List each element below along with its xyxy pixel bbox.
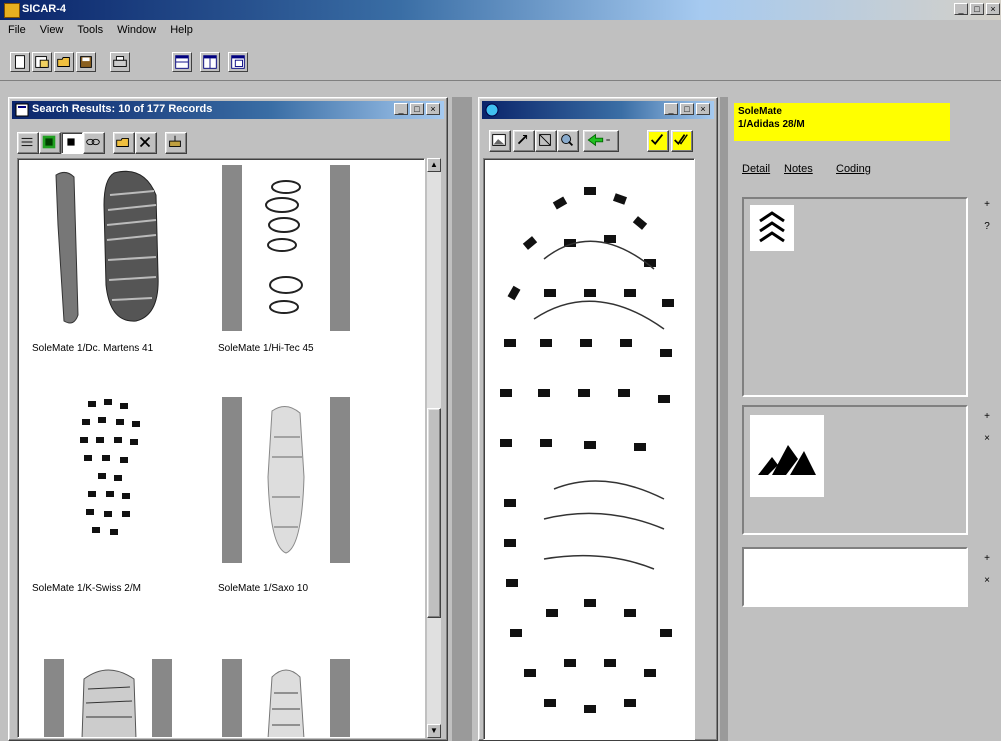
coding-pattern-box[interactable] [742, 197, 968, 397]
record-header: SoleMate 1/Adidas 28/M [734, 103, 950, 141]
back-arrow-icon[interactable] [583, 130, 619, 152]
thumbnail-item[interactable] [44, 165, 174, 329]
cascade-icon[interactable] [228, 52, 248, 72]
results-scrollbar[interactable]: ▲ ▼ [427, 158, 441, 738]
remove-logo-button[interactable]: × [980, 431, 994, 447]
thumbnail-view-icon[interactable] [39, 132, 61, 154]
thumbnail-caption: SoleMate 1/K-Swiss 2/M [32, 583, 141, 594]
close-button[interactable]: × [986, 3, 1000, 15]
minimize-button[interactable]: _ [954, 3, 968, 15]
record-info-panel: SoleMate 1/Adidas 28/M Detail Notes Codi… [728, 97, 1001, 741]
open-icon[interactable] [32, 52, 52, 72]
tab-detail[interactable]: Detail [742, 163, 770, 175]
adidas-logo-icon [750, 415, 824, 497]
menu-help[interactable]: Help [170, 24, 193, 36]
thumbnail-item[interactable] [222, 165, 350, 331]
save-icon[interactable] [76, 52, 96, 72]
app-title-bar[interactable]: SICAR-4 _ □ × [0, 0, 1001, 20]
tile-horizontal-icon[interactable] [172, 52, 192, 72]
scroll-up-icon[interactable]: ▲ [427, 158, 441, 172]
rotate-icon[interactable] [513, 130, 535, 152]
add-coding-button[interactable]: + [980, 197, 994, 213]
link-icon[interactable] [83, 132, 105, 154]
window-controls: _ □ × [954, 3, 1000, 15]
results-maximize-button[interactable]: □ [410, 103, 424, 115]
shoe-print-image [80, 399, 140, 535]
shoe-print-large-image [500, 187, 674, 713]
thumbnail-item[interactable] [222, 397, 350, 563]
print-viewer-window: _ □ × [478, 97, 718, 741]
results-window-controls: _ □ × [394, 103, 440, 115]
shoe-print-image [267, 669, 305, 737]
viewer-close-button[interactable]: × [696, 103, 710, 115]
shoe-print-image [267, 406, 305, 554]
menu-view[interactable]: View [40, 24, 64, 36]
app-title: SICAR-4 [22, 3, 67, 15]
shoe-print-image [265, 180, 303, 314]
scroll-down-icon[interactable]: ▼ [427, 724, 441, 738]
thumbnail-item[interactable] [222, 659, 350, 737]
chevron-pattern-icon [750, 205, 794, 251]
thumbnail-item[interactable] [44, 659, 172, 737]
double-check-icon[interactable] [671, 130, 693, 152]
maximize-button[interactable]: □ [970, 3, 984, 15]
stop-icon[interactable] [61, 132, 83, 154]
viewer-maximize-button[interactable]: □ [680, 103, 694, 115]
thumbnail-caption: SoleMate 1/Hi-Tec 45 [218, 343, 314, 354]
import-icon[interactable] [113, 132, 135, 154]
thumbnail-caption: SoleMate 1/Dc. Martens 41 [32, 343, 154, 354]
tab-coding[interactable]: Coding [836, 163, 871, 175]
export-icon[interactable] [165, 132, 187, 154]
results-minimize-button[interactable]: _ [394, 103, 408, 115]
search-results-window: Search Results: 10 of 177 Records _ □ × [8, 97, 448, 741]
record-line2: 1/Adidas 28/M [738, 119, 805, 130]
delete-icon[interactable] [135, 132, 157, 154]
record-line1: SoleMate [738, 106, 782, 117]
new-icon[interactable] [10, 52, 30, 72]
thumbnail-grid: SoleMate 1/Dc. Martens 41 SoleMate 1/Hi-… [17, 158, 425, 738]
search-results-title: Search Results: 10 of 177 Records [32, 103, 213, 115]
zoom-fit-icon[interactable] [535, 130, 557, 152]
menu-window[interactable]: Window [117, 24, 156, 36]
remove-empty-button[interactable]: × [980, 573, 994, 589]
scroll-thumb[interactable] [427, 408, 441, 618]
add-empty-button[interactable]: + [980, 551, 994, 567]
results-close-button[interactable]: × [426, 103, 440, 115]
menu-bar: File View Tools Window Help [0, 20, 1001, 39]
tile-vertical-icon[interactable] [200, 52, 220, 72]
folder-icon[interactable] [54, 52, 74, 72]
shoe-print-image [81, 669, 137, 737]
app-icon [4, 3, 20, 18]
results-window-icon [15, 103, 29, 117]
coding-logo-box[interactable] [742, 405, 968, 535]
tab-notes[interactable]: Notes [784, 163, 813, 175]
menu-tools[interactable]: Tools [77, 24, 103, 36]
print-viewer-title-bar[interactable]: _ □ × [482, 101, 714, 119]
zoom-icon[interactable] [557, 130, 579, 152]
main-toolbar [0, 40, 1001, 81]
viewer-window-controls: _ □ × [664, 103, 710, 115]
list-view-icon[interactable] [17, 132, 39, 154]
print-icon[interactable] [110, 52, 130, 72]
check-icon[interactable] [647, 130, 669, 152]
help-coding-button[interactable]: ? [980, 219, 994, 235]
print-image-area[interactable] [483, 158, 695, 740]
search-results-title-bar[interactable]: Search Results: 10 of 177 Records _ □ × [12, 101, 444, 119]
workspace-background [452, 97, 472, 741]
viewer-window-icon [485, 103, 499, 117]
shoe-sole-image [55, 170, 159, 324]
workspace-gap [720, 97, 728, 741]
image-icon[interactable] [489, 130, 511, 152]
add-logo-button[interactable]: + [980, 409, 994, 425]
thumbnail-caption: SoleMate 1/Saxo 10 [218, 583, 309, 594]
viewer-minimize-button[interactable]: _ [664, 103, 678, 115]
thumbnail-item[interactable] [58, 391, 168, 551]
menu-file[interactable]: File [8, 24, 26, 36]
coding-empty-box[interactable] [742, 547, 968, 607]
